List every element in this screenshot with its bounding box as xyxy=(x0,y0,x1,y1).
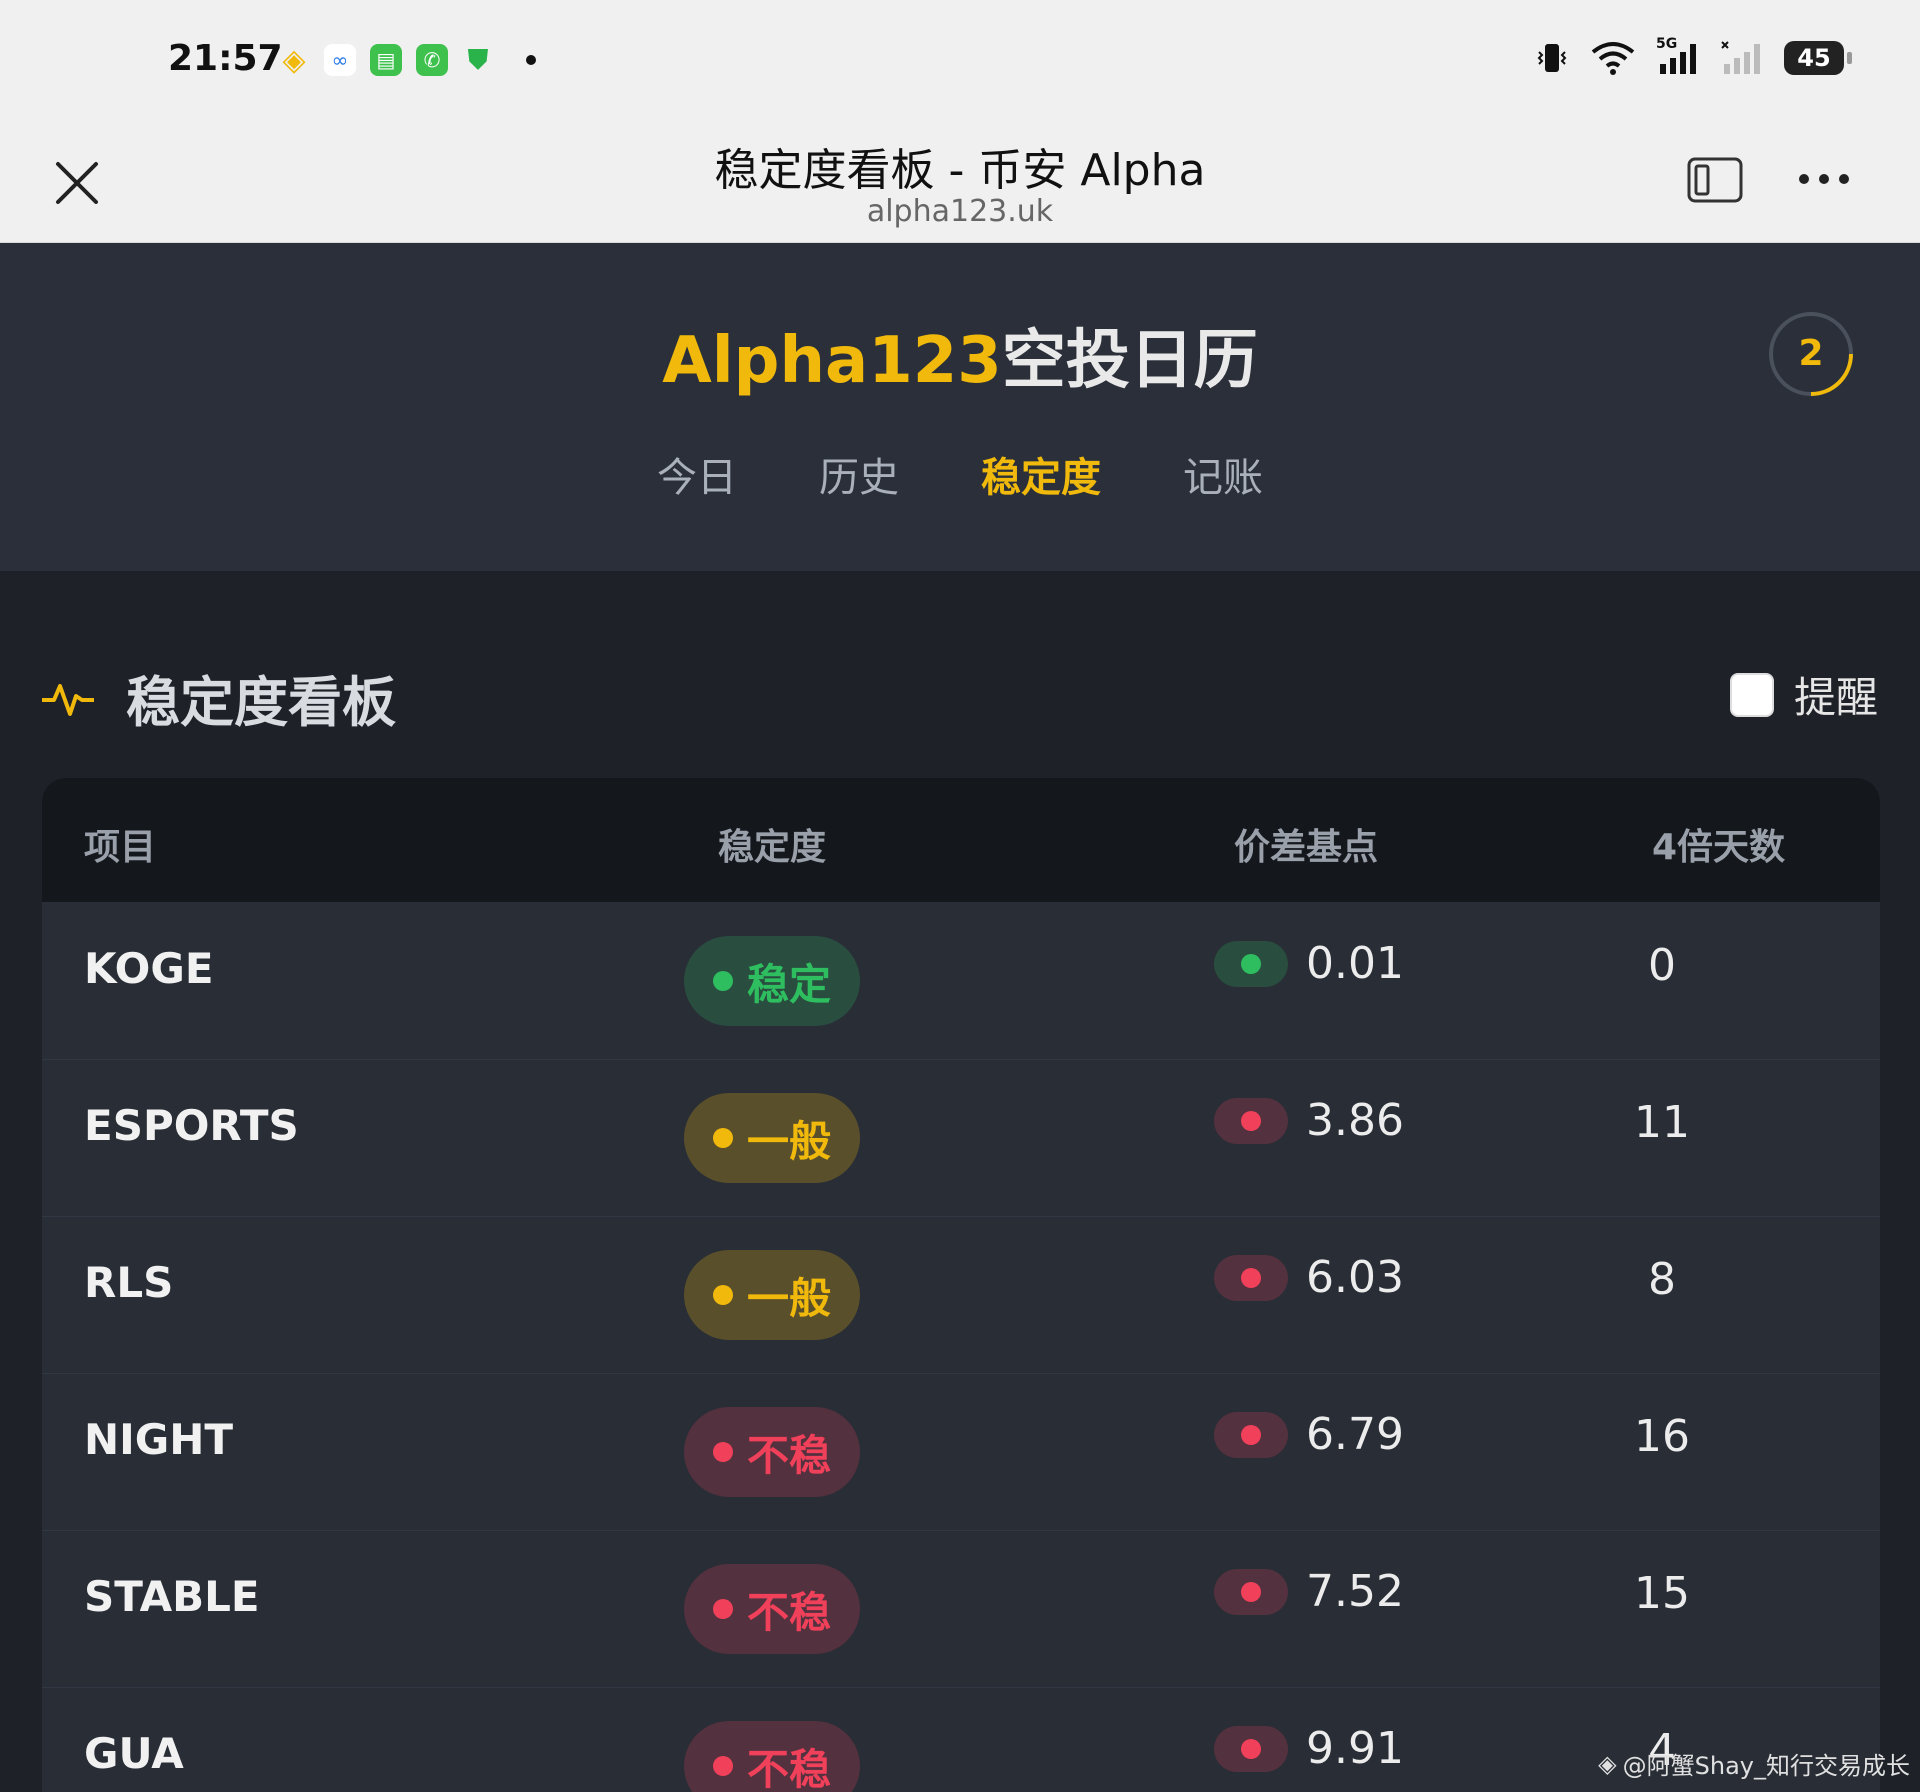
status-label: 不稳 xyxy=(746,1430,831,1480)
tab-stability[interactable]: 稳定度 xyxy=(981,445,1101,503)
more-options-icon[interactable] xyxy=(1796,164,1852,194)
project-name: KOGE xyxy=(84,944,214,993)
brand-accent: Alpha123 xyxy=(662,324,1002,398)
spread-indicator xyxy=(1214,1411,1288,1458)
tab-bookkeeping[interactable]: 记账 xyxy=(1183,445,1263,503)
tab-history[interactable]: 历史 xyxy=(819,445,899,503)
vibrate-icon xyxy=(1537,44,1567,72)
status-dot xyxy=(712,971,733,991)
days-value: 8 xyxy=(1648,1254,1676,1305)
pulse-icon xyxy=(42,683,94,716)
wifi-icon xyxy=(1591,42,1635,75)
page-title: 稳定度看板 - 币安 Alpha xyxy=(714,145,1206,196)
table-row[interactable]: KOGE 稳定 0.01 0 xyxy=(42,902,1880,1060)
spread-indicator xyxy=(1214,940,1288,987)
status-time: 21:57 xyxy=(168,38,283,79)
spread-value: 7.52 xyxy=(1306,1566,1404,1617)
main-nav: 今日 历史 稳定度 记账 xyxy=(0,445,1920,503)
binance-app-icon: ◈ xyxy=(282,42,306,78)
status-bar: 21:57 ◈ ∞ ▤ ✆ ⛊ 5G 45 xyxy=(0,0,1920,120)
project-name: ESPORTS xyxy=(84,1101,299,1150)
remind-toggle[interactable]: 提醒 xyxy=(1729,664,1878,725)
remind-label: 提醒 xyxy=(1793,673,1878,722)
status-dot xyxy=(712,1599,733,1619)
status-label: 一般 xyxy=(746,1116,831,1166)
watermark-text: @阿蟹Shay_知行交易成长 xyxy=(1622,1752,1910,1780)
column-header-stability: 稳定度 xyxy=(718,827,827,868)
status-badge: 一般 xyxy=(684,1250,860,1340)
tab-today[interactable]: 今日 xyxy=(657,445,737,503)
spread-value: 3.86 xyxy=(1306,1095,1404,1146)
status-badge: 一般 xyxy=(684,1093,860,1183)
table-row[interactable]: STABLE 不稳 7.52 15 xyxy=(42,1530,1880,1688)
table-row[interactable]: NIGHT 不稳 6.79 16 xyxy=(42,1373,1880,1531)
status-label: 稳定 xyxy=(746,959,831,1009)
shield-app-icon: ⛊ xyxy=(467,43,489,76)
status-badge: 稳定 xyxy=(684,936,860,1026)
status-badge: 不稳 xyxy=(684,1407,860,1497)
spread-indicator xyxy=(1214,1254,1288,1301)
status-app-icons: ◈ ∞ ▤ ✆ ⛊ xyxy=(278,42,536,78)
status-indicators: 5G 45 xyxy=(1534,36,1852,76)
phone-app-icon: ✆ xyxy=(416,44,448,76)
project-name: STABLE xyxy=(84,1572,260,1621)
brand-rest: 空投日历 xyxy=(1001,324,1258,398)
watermark-logo-icon: ◈ xyxy=(1598,1749,1617,1778)
spread-indicator xyxy=(1214,1097,1288,1144)
days-value: 11 xyxy=(1634,1097,1690,1148)
table-row[interactable]: RLS 一般 6.03 8 xyxy=(42,1216,1880,1374)
battery-icon: 45 xyxy=(1784,41,1852,75)
signal-5g-icon: 5G xyxy=(1656,36,1700,76)
tabs-icon[interactable] xyxy=(1686,156,1744,204)
app-header: Alpha123空投日历 2 今日 历史 稳定度 记账 xyxy=(0,243,1920,571)
cloud-app-icon: ∞ xyxy=(324,44,356,76)
status-badge: 不稳 xyxy=(684,1564,860,1654)
spread-value: 6.03 xyxy=(1306,1252,1404,1303)
days-value: 0 xyxy=(1648,940,1676,991)
project-name: GUA xyxy=(84,1729,184,1778)
browser-bar: 稳定度看板 - 币安 Alpha alpha123.uk xyxy=(0,120,1920,243)
column-header-spread: 价差基点 xyxy=(1234,827,1379,868)
notification-badge[interactable]: 2 xyxy=(1766,309,1856,399)
status-dot xyxy=(712,1128,733,1148)
spread-cell: 6.79 xyxy=(1214,1409,1404,1460)
watermark: ◈ @阿蟹Shay_知行交易成长 xyxy=(1598,1746,1910,1781)
table-row[interactable]: ESPORTS 一般 3.86 11 xyxy=(42,1059,1880,1217)
table-header: 项目 稳定度 价差基点 4倍天数 xyxy=(42,778,1880,902)
spread-indicator xyxy=(1214,1725,1288,1772)
page-url: alpha123.uk xyxy=(866,194,1054,229)
column-header-days: 4倍天数 xyxy=(1652,827,1786,868)
spread-cell: 7.52 xyxy=(1214,1566,1404,1617)
project-name: RLS xyxy=(84,1258,174,1307)
messages-app-icon: ▤ xyxy=(370,44,402,76)
spread-cell: 0.01 xyxy=(1214,938,1404,989)
status-dot xyxy=(712,1442,733,1462)
signal-sim2-icon xyxy=(1721,41,1760,74)
days-value: 15 xyxy=(1634,1568,1690,1619)
column-header-project: 项目 xyxy=(84,827,157,868)
spread-value: 9.91 xyxy=(1306,1723,1404,1774)
spread-cell: 6.03 xyxy=(1214,1252,1404,1303)
status-badge: 不稳 xyxy=(684,1721,860,1792)
stability-table: 项目 稳定度 价差基点 4倍天数 KOGE 稳定 0.01 0 ESPORTS … xyxy=(42,778,1880,1792)
spread-value: 0.01 xyxy=(1306,938,1404,989)
status-dot xyxy=(712,1285,733,1305)
spread-indicator xyxy=(1214,1568,1288,1615)
spread-cell: 9.91 xyxy=(1214,1723,1404,1774)
status-dot xyxy=(712,1756,733,1776)
notification-dot xyxy=(526,55,536,65)
spread-value: 6.79 xyxy=(1306,1409,1404,1460)
days-value: 16 xyxy=(1634,1411,1690,1462)
section-title: 稳定度看板 xyxy=(126,671,396,734)
status-label: 一般 xyxy=(746,1273,831,1323)
status-label: 不稳 xyxy=(746,1744,831,1792)
spread-cell: 3.86 xyxy=(1214,1095,1404,1146)
section-header: 稳定度看板 xyxy=(40,658,396,737)
project-name: NIGHT xyxy=(84,1415,234,1464)
remind-checkbox[interactable] xyxy=(1729,672,1774,717)
status-label: 不稳 xyxy=(746,1587,831,1637)
app-brand: Alpha123空投日历 xyxy=(0,309,1920,401)
